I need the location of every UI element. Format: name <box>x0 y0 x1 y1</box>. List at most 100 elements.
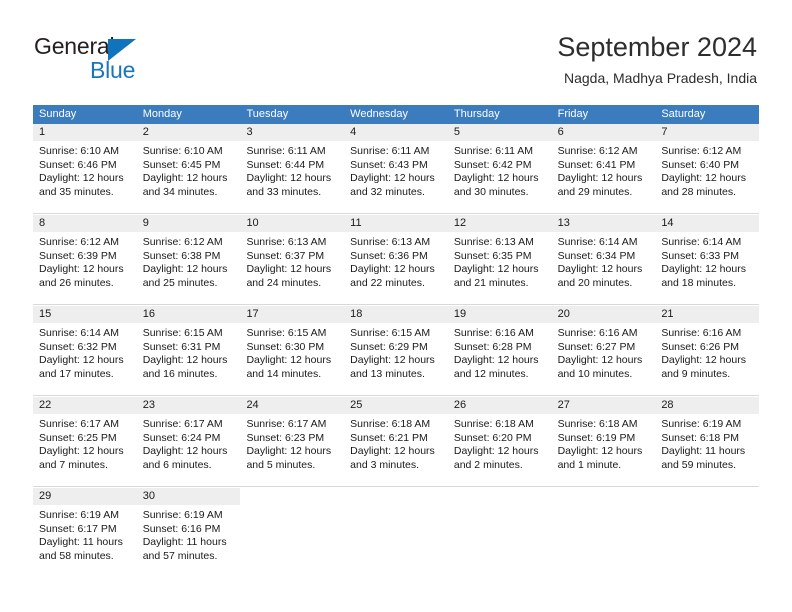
day-details: Sunrise: 6:13 AM Sunset: 6:36 PM Dayligh… <box>344 232 448 290</box>
sunset-text: Sunset: 6:46 PM <box>39 158 117 171</box>
day-details: Sunrise: 6:17 AM Sunset: 6:24 PM Dayligh… <box>137 414 241 472</box>
day-number: 28 <box>661 399 674 411</box>
day-cell[interactable]: 21 Sunrise: 6:16 AM Sunset: 6:26 PM Dayl… <box>655 306 760 395</box>
sunrise-text: Sunrise: 6:18 AM <box>453 418 534 430</box>
sunset-text: Sunset: 6:38 PM <box>142 249 221 262</box>
sunset-text: Sunset: 6:43 PM <box>350 158 428 171</box>
day-number-bar: 1 <box>33 124 137 141</box>
day-number: 30 <box>142 490 155 502</box>
sunrise-text: Sunrise: 6:13 AM <box>350 236 431 248</box>
day-cell[interactable]: 12 Sunrise: 6:13 AM Sunset: 6:35 PM Dayl… <box>447 215 552 304</box>
day-details: Sunrise: 6:17 AM Sunset: 6:25 PM Dayligh… <box>33 414 137 472</box>
sunrise-text: Sunrise: 6:15 AM <box>142 327 223 339</box>
sunset-text: Sunset: 6:36 PM <box>350 249 428 262</box>
sunset-text: Sunset: 6:25 PM <box>39 431 117 444</box>
day-cell[interactable]: 2 Sunrise: 6:10 AM Sunset: 6:45 PM Dayli… <box>136 124 241 213</box>
day-cell[interactable]: 19 Sunrise: 6:16 AM Sunset: 6:28 PM Dayl… <box>447 306 552 395</box>
day-details: Sunrise: 6:15 AM Sunset: 6:29 PM Dayligh… <box>344 323 448 381</box>
daylight-line2: and 16 minutes. <box>142 367 218 380</box>
sunrise-text: Sunrise: 6:17 AM <box>246 418 327 430</box>
sunset-text: Sunset: 6:18 PM <box>661 431 739 444</box>
day-cell[interactable]: 11 Sunrise: 6:13 AM Sunset: 6:36 PM Dayl… <box>344 215 448 304</box>
day-cell[interactable]: 18 Sunrise: 6:15 AM Sunset: 6:29 PM Dayl… <box>344 306 448 395</box>
day-cell[interactable]: 4 Sunrise: 6:11 AM Sunset: 6:43 PM Dayli… <box>344 124 448 213</box>
sunrise-text: Sunrise: 6:19 AM <box>661 418 742 430</box>
day-number-bar: 9 <box>136 215 241 232</box>
page-title: September 2024 <box>557 32 757 62</box>
day-details: Sunrise: 6:12 AM Sunset: 6:38 PM Dayligh… <box>137 232 241 290</box>
daylight-line1: Daylight: 12 hours <box>557 172 643 185</box>
sunrise-text: Sunrise: 6:16 AM <box>661 327 742 339</box>
sunset-text: Sunset: 6:30 PM <box>246 340 325 353</box>
day-cell[interactable]: 15 Sunrise: 6:14 AM Sunset: 6:32 PM Dayl… <box>33 306 137 395</box>
day-cell[interactable]: 22 Sunrise: 6:17 AM Sunset: 6:25 PM Dayl… <box>33 397 137 486</box>
sunrise-text: Sunrise: 6:17 AM <box>142 418 223 430</box>
day-cell[interactable]: 7 Sunrise: 6:12 AM Sunset: 6:40 PM Dayli… <box>655 124 760 213</box>
day-cell-empty <box>655 488 760 577</box>
day-cell[interactable]: 23 Sunrise: 6:17 AM Sunset: 6:24 PM Dayl… <box>136 397 241 486</box>
generalblue-logo[interactable]: General Blue <box>34 33 214 83</box>
day-number-bar: 28 <box>655 397 760 414</box>
day-cell[interactable]: 1 Sunrise: 6:10 AM Sunset: 6:46 PM Dayli… <box>33 124 137 213</box>
sunrise-text: Sunrise: 6:17 AM <box>39 418 119 430</box>
day-number: 5 <box>453 126 460 138</box>
title-block: September 2024 Nagda, Madhya Pradesh, In… <box>557 30 757 87</box>
day-details: Sunrise: 6:18 AM Sunset: 6:20 PM Dayligh… <box>448 414 552 472</box>
day-cell[interactable]: 13 Sunrise: 6:14 AM Sunset: 6:34 PM Dayl… <box>551 215 656 304</box>
sunrise-text: Sunrise: 6:12 AM <box>557 145 638 157</box>
sunrise-text: Sunrise: 6:11 AM <box>453 145 534 157</box>
day-number-bar: 26 <box>447 397 552 414</box>
day-cell[interactable]: 30 Sunrise: 6:19 AM Sunset: 6:16 PM Dayl… <box>136 488 241 577</box>
daylight-line2: and 21 minutes. <box>453 276 529 289</box>
day-cell[interactable]: 25 Sunrise: 6:18 AM Sunset: 6:21 PM Dayl… <box>344 397 448 486</box>
day-details: Sunrise: 6:10 AM Sunset: 6:45 PM Dayligh… <box>137 141 241 199</box>
day-cell[interactable]: 3 Sunrise: 6:11 AM Sunset: 6:44 PM Dayli… <box>240 124 345 213</box>
day-cell[interactable]: 14 Sunrise: 6:14 AM Sunset: 6:33 PM Dayl… <box>655 215 760 304</box>
daylight-line2: and 35 minutes. <box>39 185 114 198</box>
day-cell[interactable]: 20 Sunrise: 6:16 AM Sunset: 6:27 PM Dayl… <box>551 306 656 395</box>
day-number-bar: 13 <box>551 215 656 232</box>
day-cell-empty <box>551 488 656 577</box>
day-cell[interactable]: 5 Sunrise: 6:11 AM Sunset: 6:42 PM Dayli… <box>447 124 552 213</box>
day-cell[interactable]: 8 Sunrise: 6:12 AM Sunset: 6:39 PM Dayli… <box>33 215 137 304</box>
day-details: Sunrise: 6:11 AM Sunset: 6:44 PM Dayligh… <box>240 141 344 199</box>
week-row: 1 Sunrise: 6:10 AM Sunset: 6:46 PM Dayli… <box>33 124 760 213</box>
day-cell[interactable]: 9 Sunrise: 6:12 AM Sunset: 6:38 PM Dayli… <box>136 215 241 304</box>
day-number: 26 <box>453 399 467 411</box>
sunset-text: Sunset: 6:29 PM <box>350 340 428 353</box>
day-number: 24 <box>246 399 259 411</box>
day-number: 6 <box>557 126 564 138</box>
day-number-bar: 10 <box>240 215 345 232</box>
day-number: 16 <box>142 308 155 320</box>
day-cell-empty <box>447 488 552 577</box>
day-cell[interactable]: 27 Sunrise: 6:18 AM Sunset: 6:19 PM Dayl… <box>551 397 656 486</box>
day-number: 8 <box>39 217 46 229</box>
day-cell[interactable]: 17 Sunrise: 6:15 AM Sunset: 6:30 PM Dayl… <box>240 306 345 395</box>
day-number-bar: 20 <box>551 306 656 323</box>
day-number-bar: 30 <box>136 488 241 505</box>
sunrise-text: Sunrise: 6:15 AM <box>350 327 431 339</box>
sunset-text: Sunset: 6:23 PM <box>246 431 325 444</box>
weekday-header-thursday: Thursday <box>453 108 500 120</box>
daylight-line2: and 18 minutes. <box>661 276 737 289</box>
day-cell[interactable]: 29 Sunrise: 6:19 AM Sunset: 6:17 PM Dayl… <box>33 488 137 577</box>
day-number: 23 <box>142 399 155 411</box>
week-row: 29 Sunrise: 6:19 AM Sunset: 6:17 PM Dayl… <box>33 487 760 577</box>
day-cell[interactable]: 24 Sunrise: 6:17 AM Sunset: 6:23 PM Dayl… <box>240 397 345 486</box>
day-cell[interactable]: 16 Sunrise: 6:15 AM Sunset: 6:31 PM Dayl… <box>136 306 241 395</box>
sunset-text: Sunset: 6:35 PM <box>453 249 532 262</box>
weekday-header-row: Sunday Monday Tuesday Wednesday Thursday… <box>33 105 759 124</box>
daylight-line2: and 20 minutes. <box>557 276 633 289</box>
daylight-line2: and 6 minutes. <box>142 458 212 471</box>
week-row: 8 Sunrise: 6:12 AM Sunset: 6:39 PM Dayli… <box>33 214 760 304</box>
day-number-bar: 11 <box>344 215 448 232</box>
day-details: Sunrise: 6:13 AM Sunset: 6:37 PM Dayligh… <box>240 232 344 290</box>
daylight-line1: Daylight: 11 hours <box>661 445 746 458</box>
day-cell[interactable]: 6 Sunrise: 6:12 AM Sunset: 6:41 PM Dayli… <box>551 124 656 213</box>
day-cell[interactable]: 28 Sunrise: 6:19 AM Sunset: 6:18 PM Dayl… <box>655 397 760 486</box>
daylight-line1: Daylight: 12 hours <box>350 445 435 458</box>
day-cell[interactable]: 26 Sunrise: 6:18 AM Sunset: 6:20 PM Dayl… <box>447 397 552 486</box>
day-details: Sunrise: 6:19 AM Sunset: 6:16 PM Dayligh… <box>137 505 241 563</box>
daylight-line2: and 7 minutes. <box>39 458 108 471</box>
day-cell[interactable]: 10 Sunrise: 6:13 AM Sunset: 6:37 PM Dayl… <box>240 215 345 304</box>
